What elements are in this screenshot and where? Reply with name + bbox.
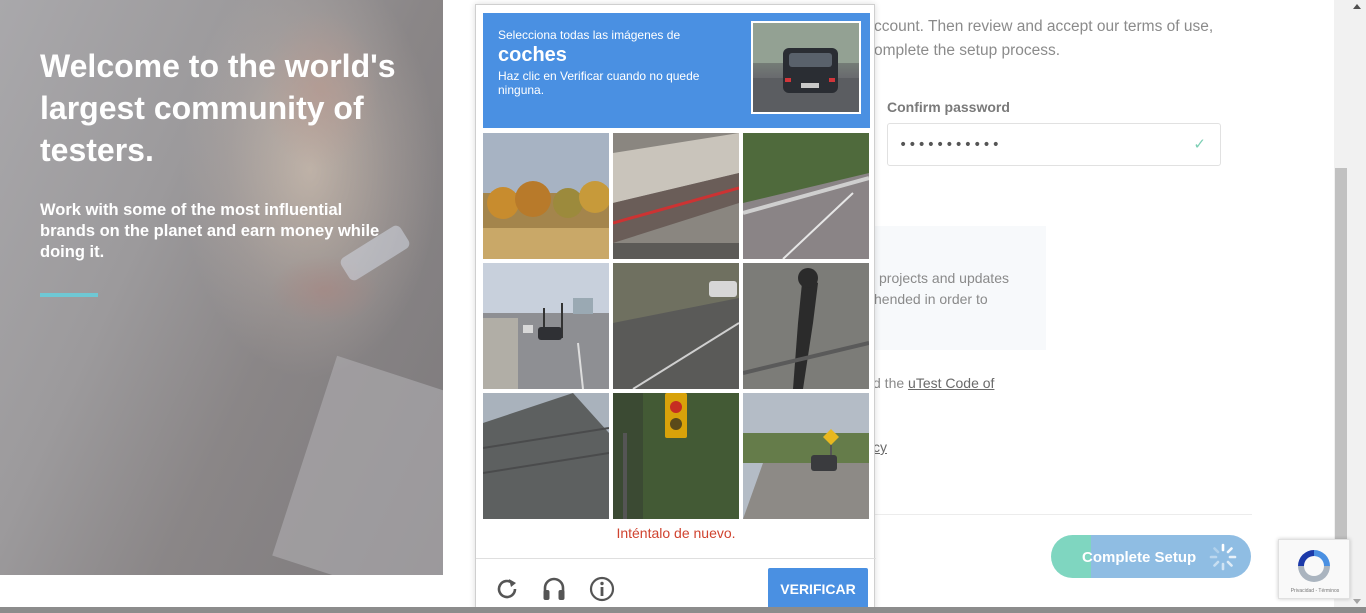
captcha-dialog: Selecciona todas las imágenes de coches …: [475, 4, 876, 613]
captcha-tile[interactable]: [743, 133, 869, 259]
captcha-header: Selecciona todas las imágenes de coches …: [483, 13, 870, 128]
form-intro-line2: omplete the setup process.: [874, 42, 1061, 59]
code-of-conduct-link[interactable]: uTest Code of: [908, 375, 994, 391]
complete-setup-label: Complete Setup: [1082, 549, 1197, 566]
recaptcha-logo-icon: [1298, 550, 1330, 582]
captcha-tile[interactable]: [613, 133, 739, 259]
hero-panel: Welcome to the world's largest community…: [0, 0, 443, 575]
info-icon[interactable]: [588, 575, 616, 603]
bottom-strip: [0, 607, 1366, 613]
hero-title: Welcome to the world's largest community…: [40, 48, 396, 168]
scrollbar-thumb[interactable]: [1335, 168, 1347, 553]
info-line1: projects and updates: [879, 270, 1009, 286]
form-intro-line1: ccount. Then review and accept our terms…: [874, 18, 1214, 35]
captcha-error-text: Inténtalo de nuevo.: [616, 525, 736, 541]
form-divider: [870, 514, 1252, 515]
captcha-tile[interactable]: [613, 393, 739, 519]
headphones-icon[interactable]: [540, 575, 568, 603]
hero-subtitle: Work with some of the most influential b…: [40, 201, 380, 261]
captcha-instruction-line1: Selecciona todas las imágenes de: [498, 28, 681, 42]
captcha-footer-divider: [476, 558, 876, 559]
hero-photo-paper: [272, 355, 443, 575]
captcha-target-word: coches: [498, 44, 567, 66]
captcha-tile[interactable]: [483, 263, 609, 389]
info-line2: hended in order to: [874, 291, 988, 307]
verify-button[interactable]: VERIFICAR: [768, 568, 868, 610]
code-of-conduct-text: d the uTest Code of: [873, 375, 994, 391]
confirm-password-value: •••••••••••: [899, 137, 1001, 153]
captcha-sample-image: [751, 21, 861, 114]
recaptcha-badge[interactable]: Privacidad - Términos: [1278, 539, 1350, 599]
page: Welcome to the world's largest community…: [0, 0, 1366, 613]
confirm-password-field[interactable]: ••••••••••• ✓: [887, 123, 1221, 166]
info-box: [870, 226, 1046, 350]
complete-setup-button[interactable]: Complete Setup: [1051, 535, 1251, 578]
captcha-tile[interactable]: [743, 393, 869, 519]
captcha-instruction-line2: Haz clic en Verificar cuando no quede ni…: [498, 69, 700, 97]
privacy-policy-link[interactable]: cy: [873, 439, 887, 455]
loading-spinner-icon: [1209, 543, 1237, 571]
privacy-policy-fragment[interactable]: cy: [873, 439, 887, 455]
scroll-down-arrow-icon[interactable]: [1353, 599, 1361, 604]
confirm-password-label: Confirm password: [887, 99, 1010, 115]
code-prefix: d the: [873, 375, 909, 391]
recaptcha-badge-text[interactable]: Privacidad - Términos: [1279, 588, 1351, 594]
captcha-tile[interactable]: [743, 263, 869, 389]
captcha-image-grid: [483, 133, 870, 520]
hero-accent-bar: [40, 293, 98, 297]
captcha-tile[interactable]: [613, 263, 739, 389]
captcha-tile[interactable]: [483, 393, 609, 519]
reload-icon[interactable]: [493, 575, 521, 603]
check-icon: ✓: [1193, 136, 1206, 153]
scroll-up-arrow-icon[interactable]: [1353, 4, 1361, 9]
captcha-tile[interactable]: [483, 133, 609, 259]
